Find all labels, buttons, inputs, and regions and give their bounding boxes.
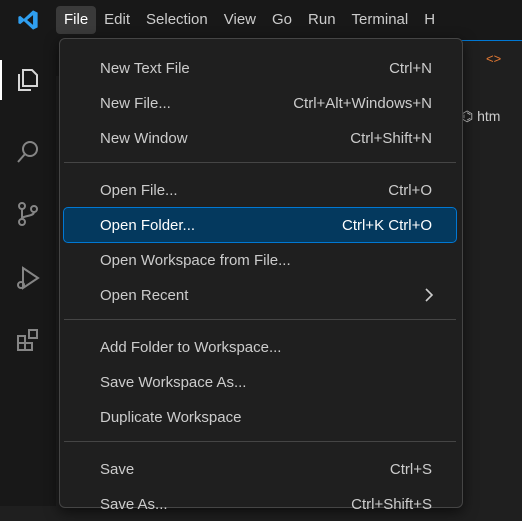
- vscode-logo-icon[interactable]: [0, 0, 56, 40]
- menu-bar: File Edit Selection View Go Run Terminal H: [56, 0, 443, 40]
- menu-item-open-recent[interactable]: Open Recent: [64, 278, 456, 312]
- menu-item-label: Open Workspace from File...: [100, 251, 291, 269]
- menu-separator: [64, 162, 456, 163]
- menu-item-open-folder[interactable]: Open Folder... Ctrl+K Ctrl+O: [63, 207, 457, 243]
- menubar-item-selection[interactable]: Selection: [138, 6, 216, 34]
- menu-item-shortcut: Ctrl+Shift+N: [350, 129, 432, 147]
- explorer-files-icon[interactable]: [0, 52, 56, 108]
- search-icon[interactable]: [0, 124, 56, 180]
- menu-item-label: Save: [100, 460, 135, 478]
- menubar-item-terminal[interactable]: Terminal: [344, 6, 417, 34]
- menubar-item-edit[interactable]: Edit: [96, 6, 138, 34]
- menu-item-duplicate-workspace[interactable]: Duplicate Workspace: [64, 400, 456, 434]
- menu-item-label: New File...: [100, 94, 171, 112]
- menu-item-new-window[interactable]: New Window Ctrl+Shift+N: [64, 121, 456, 155]
- menu-item-new-file[interactable]: New File... Ctrl+Alt+Windows+N: [64, 86, 456, 120]
- activity-bar: [0, 40, 56, 506]
- menu-item-save-as[interactable]: Save As... Ctrl+Shift+S: [64, 487, 456, 521]
- menu-item-open-workspace-from-file[interactable]: Open Workspace from File...: [64, 243, 456, 277]
- menu-item-label: Add Folder to Workspace...: [100, 338, 282, 356]
- extensions-icon[interactable]: [0, 312, 56, 368]
- menu-item-open-file[interactable]: Open File... Ctrl+O: [64, 173, 456, 207]
- menubar-item-view[interactable]: View: [216, 6, 264, 34]
- menu-item-shortcut: Ctrl+O: [388, 181, 432, 199]
- breadcrumb[interactable]: ⌬ htm: [461, 108, 500, 125]
- menu-item-shortcut: Ctrl+N: [389, 59, 432, 77]
- run-debug-icon[interactable]: [0, 250, 56, 306]
- breadcrumb-label: htm: [477, 108, 501, 124]
- code-file-icon: <>: [486, 51, 502, 66]
- menubar-item-file[interactable]: File: [56, 6, 97, 34]
- editor-tab[interactable]: <>: [460, 40, 522, 77]
- menu-item-label: New Text File: [100, 59, 190, 77]
- menu-item-label: Save As...: [100, 495, 168, 513]
- menu-separator: [64, 319, 456, 320]
- menubar-item-h[interactable]: H: [416, 6, 443, 34]
- file-menu-dropdown: New Text File Ctrl+N New File... Ctrl+Alt+W…: [59, 38, 463, 513]
- chevron-right-icon: [424, 287, 434, 307]
- menu-item-new-text-file[interactable]: New Text File Ctrl+N: [64, 51, 456, 85]
- menu-separator: [64, 441, 456, 442]
- menubar-item-run[interactable]: Run: [300, 6, 344, 34]
- source-control-icon[interactable]: [0, 186, 56, 242]
- menu-item-shortcut: Ctrl+Alt+Windows+N: [293, 94, 432, 112]
- menubar-item-go[interactable]: Go: [264, 6, 300, 34]
- menu-item-save[interactable]: Save Ctrl+S: [64, 452, 456, 486]
- title-bar: File Edit Selection View Go Run Terminal H: [0, 0, 522, 40]
- menu-item-save-workspace-as[interactable]: Save Workspace As...: [64, 365, 456, 399]
- menu-item-add-folder-to-workspace[interactable]: Add Folder to Workspace...: [64, 330, 456, 364]
- menu-item-shortcut: Ctrl+Shift+S: [351, 495, 432, 513]
- menu-item-label: Open Folder...: [100, 216, 196, 234]
- menu-item-label: Save Workspace As...: [100, 373, 247, 391]
- menu-item-label: New Window: [100, 129, 188, 147]
- menu-item-label: Open Recent: [100, 286, 189, 304]
- menu-item-label: Duplicate Workspace: [100, 408, 242, 426]
- menu-item-label: Open File...: [100, 181, 178, 199]
- menu-item-shortcut: Ctrl+S: [389, 460, 432, 478]
- menu-item-shortcut: Ctrl+K Ctrl+O: [341, 216, 432, 234]
